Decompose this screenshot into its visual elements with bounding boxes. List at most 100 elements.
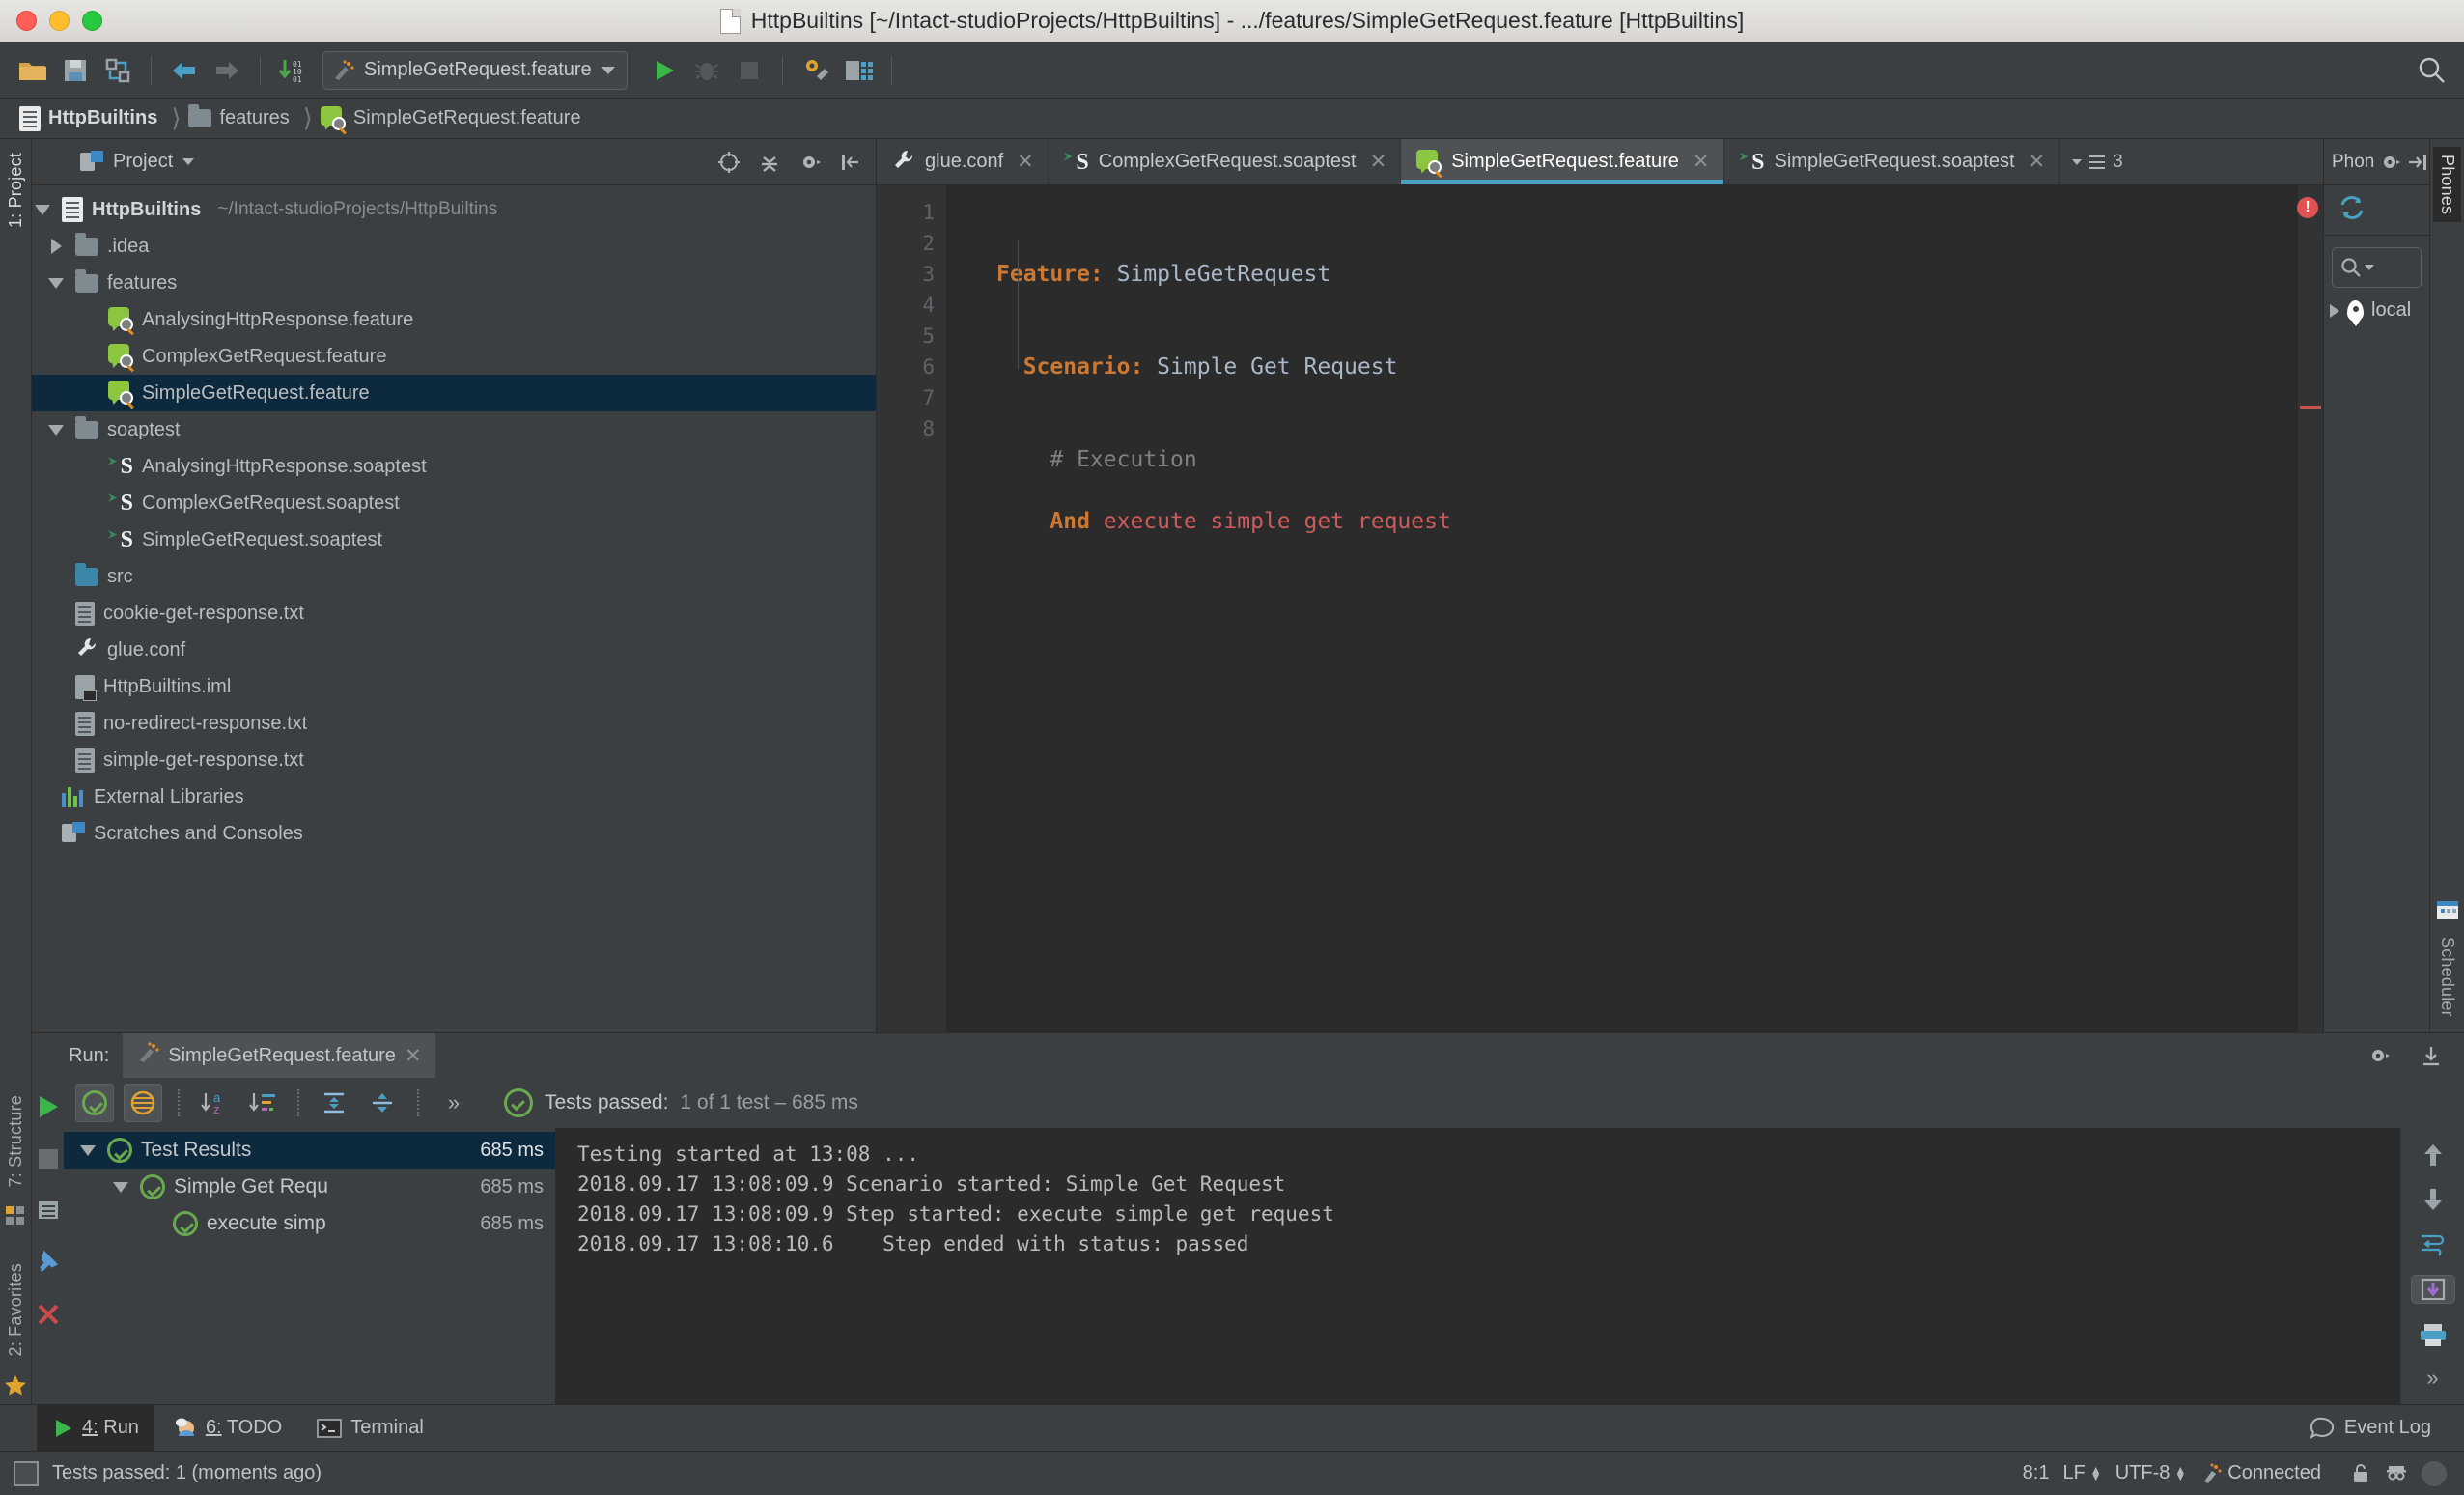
close-icon[interactable]: ✕	[405, 1044, 422, 1068]
chevron-down-icon[interactable]	[601, 66, 615, 74]
more-icon[interactable]: »	[434, 1084, 473, 1122]
sync-icon[interactable]	[98, 51, 137, 90]
tree-node[interactable]: S SimpleGetRequest.soaptest	[32, 522, 876, 558]
tree-node[interactable]: External Libraries	[32, 778, 876, 815]
editor-tab[interactable]: glue.conf ✕	[877, 139, 1049, 184]
tree-node[interactable]: glue.conf	[32, 632, 876, 668]
locate-icon[interactable]	[714, 147, 744, 178]
bottom-tab-todo[interactable]: 6: TODO	[158, 1405, 297, 1452]
error-indicator-icon[interactable]: !	[2297, 197, 2318, 218]
editor-tab[interactable]: S ComplexGetRequest.soaptest ✕	[1049, 139, 1402, 184]
tree-node[interactable]: S ComplexGetRequest.soaptest	[32, 485, 876, 522]
show-ignored-icon[interactable]	[124, 1084, 162, 1122]
search-everywhere-icon[interactable]	[2418, 56, 2447, 90]
tree-twisty-icon[interactable]	[45, 424, 67, 436]
expand-all-icon[interactable]	[315, 1084, 353, 1122]
tree-twisty-icon[interactable]	[45, 277, 67, 289]
hide-panel-icon[interactable]	[2416, 1040, 2447, 1071]
project-tree[interactable]: HttpBuiltins ~/Intact-studioProjects/Http…	[32, 185, 876, 1032]
tree-node[interactable]: cookie-get-response.txt	[32, 595, 876, 632]
tree-node[interactable]: HttpBuiltins ~/Intact-studioProjects/Http…	[32, 191, 876, 228]
close-window-button[interactable]	[16, 11, 37, 31]
tree-node[interactable]: no-redirect-response.txt	[32, 705, 876, 742]
tree-node[interactable]: soaptest	[32, 411, 876, 448]
chevron-down-icon[interactable]	[2072, 158, 2083, 165]
scroll-up-icon[interactable]	[2411, 1142, 2455, 1169]
editor-viewport[interactable]: 1 2 3 4 5 6 7 8 Feature: SimpleGetRequest Scena…	[877, 185, 2323, 1032]
rerun-icon[interactable]	[35, 1093, 62, 1125]
tree-twisty-icon[interactable]	[110, 1181, 131, 1193]
status-indicator-icon[interactable]	[14, 1460, 39, 1486]
inspector-icon[interactable]	[2385, 1462, 2408, 1485]
tree-node[interactable]: Scratches and Consoles	[32, 815, 876, 852]
tree-twisty-icon[interactable]	[45, 239, 67, 254]
connection-status[interactable]: Connected	[2199, 1462, 2321, 1485]
show-passed-icon[interactable]	[75, 1084, 114, 1122]
error-stripe-gutter[interactable]: !	[2297, 185, 2323, 1032]
sort-by-duration-icon[interactable]	[243, 1084, 282, 1122]
encoding-selector[interactable]: UTF-8 ▲ ▼	[2115, 1462, 2187, 1484]
open-folder-icon[interactable]	[14, 51, 52, 90]
chevron-down-icon[interactable]	[2365, 265, 2374, 270]
wrap-text-icon[interactable]	[2411, 1230, 2455, 1257]
memory-indicator[interactable]	[2422, 1460, 2447, 1486]
stop-icon[interactable]	[36, 1146, 61, 1176]
scroll-down-icon[interactable]	[2411, 1186, 2455, 1213]
gear-icon[interactable]	[2380, 150, 2401, 175]
debug-icon[interactable]	[687, 51, 726, 90]
editor-tab-overflow[interactable]: 3	[2059, 139, 2135, 184]
sidebar-item-favorites[interactable]: 2: Favorites	[2, 1255, 30, 1364]
tree-node[interactable]: S AnalysingHttpResponse.soaptest	[32, 448, 876, 485]
gear-icon[interactable]	[795, 147, 826, 178]
tree-twisty-icon[interactable]	[77, 1144, 98, 1156]
sort-alphabetically-icon[interactable]: az	[195, 1084, 234, 1122]
minimize-window-button[interactable]	[49, 11, 70, 31]
tree-node[interactable]: simple-get-response.txt	[32, 742, 876, 778]
breadcrumb-item-features[interactable]: features	[182, 99, 300, 139]
tree-node[interactable]: HttpBuiltins.iml	[32, 668, 876, 705]
stop-icon[interactable]	[730, 51, 769, 90]
sidebar-item-structure[interactable]: 7: Structure	[2, 1087, 30, 1195]
hide-panel-icon[interactable]	[835, 147, 866, 178]
run-configuration-selector[interactable]: SimpleGetRequest.feature	[322, 50, 628, 90]
run-tab[interactable]: SimpleGetRequest.feature ✕	[123, 1033, 435, 1078]
editor-tab[interactable]: S SimpleGetRequest.soaptest ✕	[1724, 139, 2060, 184]
expand-arrow-icon[interactable]	[2330, 303, 2339, 318]
tree-node[interactable]: SimpleGetRequest.feature	[32, 375, 876, 411]
project-structure-icon[interactable]	[839, 51, 878, 90]
tree-node[interactable]: features	[32, 265, 876, 301]
test-console-output[interactable]: Testing started at 13:08 ... 2018.09.17 …	[556, 1128, 2400, 1404]
code-content[interactable]: Feature: SimpleGetRequest Scenario: Simp…	[946, 185, 2323, 1032]
tree-node[interactable]: src	[32, 558, 876, 595]
close-icon[interactable]: ✕	[1017, 150, 1034, 174]
pin-icon[interactable]	[35, 1249, 62, 1281]
tree-twisty-icon[interactable]	[32, 204, 53, 215]
bottom-tab-run[interactable]: 4: Run	[37, 1404, 154, 1452]
forward-icon[interactable]	[208, 51, 246, 90]
back-icon[interactable]	[165, 51, 204, 90]
run-icon[interactable]	[645, 51, 684, 90]
event-log-button[interactable]: Event Log	[2293, 1405, 2464, 1452]
collapse-all-icon[interactable]	[363, 1084, 402, 1122]
test-results-tree[interactable]: Test Results 685 ms Simple Get Requ 685 ms e…	[64, 1128, 556, 1404]
editor-tab[interactable]: SimpleGetRequest.feature ✕	[1401, 139, 1724, 184]
update-project-icon[interactable]: 01 10 01	[274, 51, 313, 90]
expand-icon[interactable]: »	[2411, 1366, 2455, 1391]
lock-icon[interactable]	[2350, 1462, 2371, 1485]
settings-icon[interactable]	[797, 51, 835, 90]
breadcrumb-item-file[interactable]: SimpleGetRequest.feature	[315, 99, 593, 139]
scroll-to-end-icon[interactable]	[2410, 1275, 2455, 1304]
caret-position[interactable]: 8:1	[2023, 1462, 2050, 1484]
test-tree-node[interactable]: Simple Get Requ 685 ms	[64, 1169, 555, 1205]
gear-icon[interactable]	[2364, 1040, 2394, 1071]
sidebar-item-scheduler[interactable]: Scheduler	[2433, 929, 2461, 1025]
error-stripe-mark[interactable]	[2300, 406, 2321, 409]
bottom-tab-terminal[interactable]: Terminal	[301, 1405, 439, 1452]
breadcrumb-item-project[interactable]: HttpBuiltins	[14, 99, 169, 139]
save-all-icon[interactable]	[56, 51, 95, 90]
close-icon[interactable]: ✕	[1370, 150, 1387, 174]
refresh-icon[interactable]	[2338, 193, 2366, 227]
test-tree-node[interactable]: execute simp 685 ms	[64, 1205, 555, 1242]
phones-tree-item-local[interactable]: local	[2324, 288, 2429, 322]
close-icon[interactable]: ✕	[2029, 150, 2046, 174]
